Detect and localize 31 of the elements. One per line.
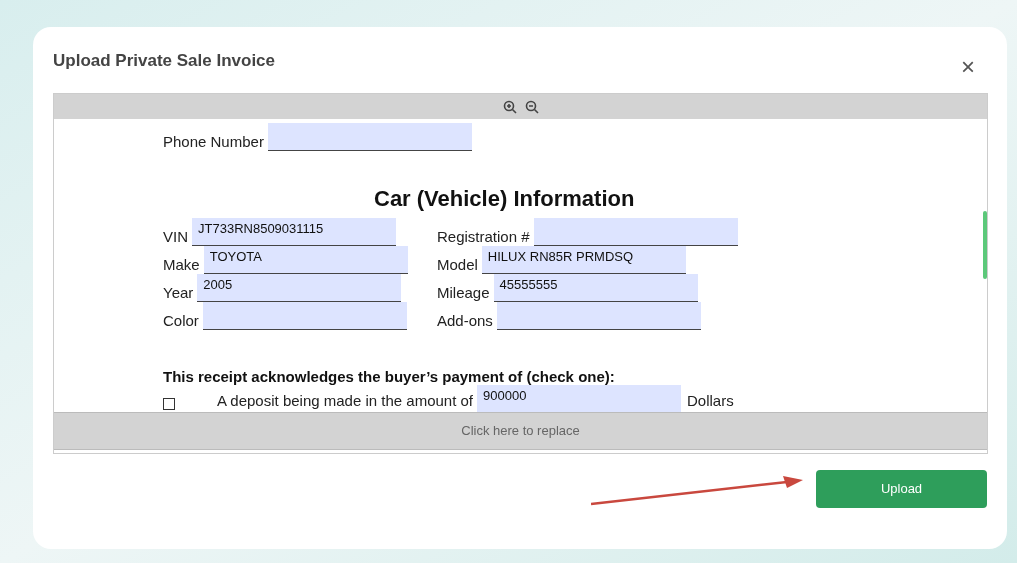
form-field[interactable]	[533, 218, 738, 246]
field-label: Phone Number	[163, 133, 264, 151]
form-field[interactable]: 2005	[197, 274, 402, 302]
field-label: Color	[163, 312, 199, 330]
form-field[interactable]	[496, 302, 701, 330]
checkbox[interactable]	[163, 397, 175, 410]
form-field[interactable]	[267, 123, 472, 151]
form-field[interactable]: 45555555	[493, 274, 698, 302]
arrow-icon	[591, 476, 803, 506]
zoom-out-icon[interactable]	[524, 99, 539, 114]
zoom-in-icon[interactable]	[502, 99, 517, 114]
field-label: Year	[163, 284, 194, 302]
replace-bar[interactable]: Click here to replace	[54, 412, 987, 450]
field-label: Mileage	[437, 284, 490, 302]
form-field[interactable]: JT733RN8509031115	[192, 218, 396, 246]
field-label: Registration #	[437, 228, 530, 246]
payment-heading: This receipt acknowledges the buyer’s payment of (check one):	[163, 367, 616, 387]
form-field[interactable]: TOYOTA	[203, 246, 408, 274]
field-label: Model	[437, 256, 478, 274]
option-text: A deposit being made in the amount of	[217, 391, 473, 411]
section-heading: Car (Vehicle) Information	[374, 186, 636, 212]
form-field[interactable]: HILUX RN85R PRMDSQ	[481, 246, 686, 274]
scrollbar[interactable]	[983, 211, 987, 279]
form-field[interactable]	[202, 302, 407, 330]
form-field[interactable]: 900000	[477, 384, 681, 412]
close-button[interactable]: ×	[961, 55, 975, 79]
option-suffix: Dollars	[687, 391, 734, 411]
field-label: VIN	[163, 228, 188, 246]
field-label: Add-ons	[437, 312, 493, 330]
dialog-title: Upload Private Sale Invoice	[53, 50, 276, 72]
field-label: Make	[163, 256, 200, 274]
